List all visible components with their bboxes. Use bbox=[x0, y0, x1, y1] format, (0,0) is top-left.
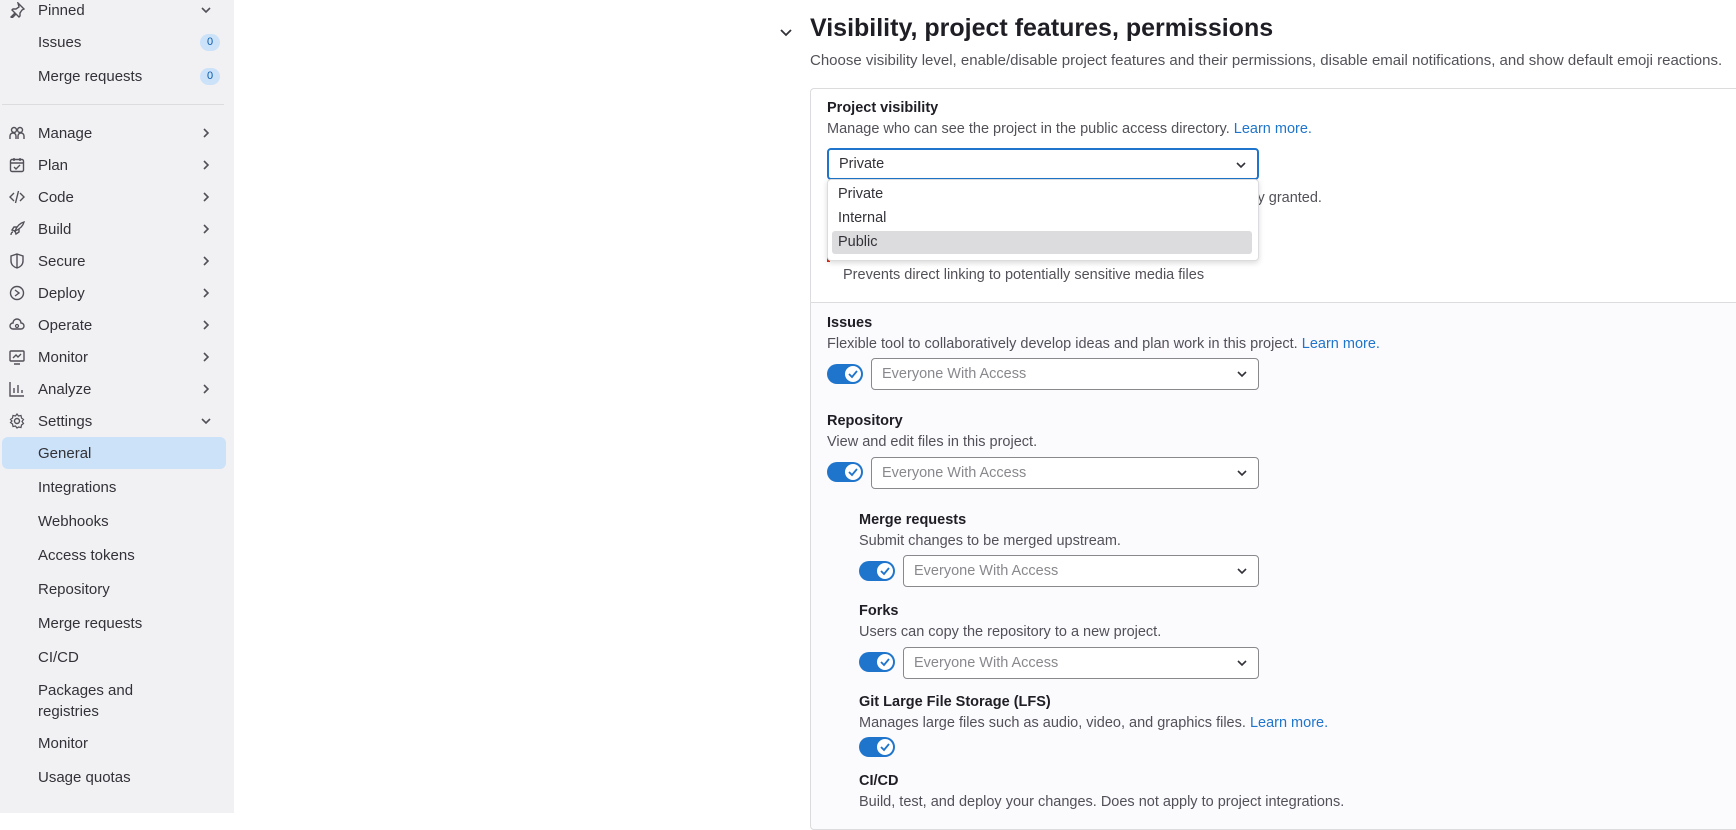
sidebar-item-packages-registries[interactable]: Packages and registries bbox=[2, 676, 226, 720]
sidebar-item-webhooks[interactable]: Webhooks bbox=[2, 505, 226, 537]
chevron-down-icon bbox=[1237, 568, 1247, 575]
check-icon bbox=[880, 567, 890, 576]
sidebar-item-analyze[interactable]: Analyze bbox=[0, 374, 226, 404]
visibility-option-private[interactable]: Private bbox=[832, 183, 1252, 206]
issues-access-select[interactable]: Everyone With Access bbox=[871, 358, 1259, 390]
sidebar-item-settings[interactable]: Settings bbox=[0, 406, 226, 436]
shield-icon bbox=[10, 253, 24, 269]
merge-requests-help: Submit changes to be merged upstream. bbox=[859, 533, 1121, 549]
chevron-down-icon bbox=[1237, 371, 1247, 378]
chevron-right-icon bbox=[203, 160, 210, 170]
sidebar-item-operate[interactable]: Operate bbox=[0, 310, 226, 340]
check-icon bbox=[880, 658, 890, 667]
repository-toggle[interactable] bbox=[827, 462, 863, 482]
count-badge: 0 bbox=[200, 34, 220, 51]
chevron-right-icon bbox=[203, 384, 210, 394]
lfs-label: Git Large File Storage (LFS) bbox=[859, 694, 1051, 710]
issues-toggle[interactable] bbox=[827, 364, 863, 384]
merge-requests-label: Merge requests bbox=[859, 512, 967, 528]
cloud-icon bbox=[9, 318, 25, 330]
sidebar-item-access-tokens[interactable]: Access tokens bbox=[2, 539, 226, 571]
section-title: Visibility, project features, permission… bbox=[810, 14, 1274, 42]
sidebar-pinned-issues[interactable]: Issues 0 bbox=[2, 26, 226, 58]
chevron-down-icon bbox=[1237, 470, 1247, 477]
chevron-right-icon bbox=[203, 320, 210, 330]
visibility-select[interactable]: Private bbox=[827, 148, 1259, 180]
forks-access-select[interactable]: Everyone With Access bbox=[903, 647, 1259, 679]
repository-access-select[interactable]: Everyone With Access bbox=[871, 457, 1259, 489]
chevron-down-icon bbox=[201, 418, 211, 425]
chevron-right-icon bbox=[203, 192, 210, 202]
repository-help: View and edit files in this project. bbox=[827, 434, 1038, 450]
sidebar-pinned-label: Pinned bbox=[38, 1, 85, 19]
repository-label: Repository bbox=[827, 413, 903, 429]
chevron-down-icon bbox=[1236, 162, 1246, 169]
chevron-right-icon bbox=[203, 128, 210, 138]
sidebar-item-usage-quotas[interactable]: Usage quotas bbox=[2, 761, 226, 793]
sidebar-item-monitor-settings[interactable]: Monitor bbox=[2, 727, 226, 759]
project-visibility-help: Manage who can see the project in the pu… bbox=[827, 121, 1312, 137]
check-icon bbox=[848, 468, 858, 477]
sidebar-item-deploy[interactable]: Deploy bbox=[0, 278, 226, 308]
learn-more-link[interactable]: Learn more. bbox=[1234, 121, 1312, 137]
chevron-down-icon bbox=[201, 7, 211, 14]
pin-icon bbox=[10, 2, 25, 18]
rocket-icon bbox=[10, 221, 25, 236]
learn-more-link[interactable]: Learn more. bbox=[1302, 336, 1380, 352]
sidebar-item-monitor[interactable]: Monitor bbox=[0, 342, 226, 372]
learn-more-link[interactable]: Learn more. bbox=[1250, 715, 1328, 731]
issues-help: Flexible tool to collaboratively develop… bbox=[827, 336, 1380, 352]
sidebar-item-integrations[interactable]: Integrations bbox=[2, 471, 226, 503]
gear-icon bbox=[9, 413, 25, 429]
merge-requests-access-select[interactable]: Everyone With Access bbox=[903, 555, 1259, 587]
sidebar-item-manage[interactable]: Manage bbox=[0, 118, 226, 148]
visibility-selected-value: Private bbox=[839, 156, 885, 172]
issues-label: Issues bbox=[827, 315, 873, 331]
project-visibility-label: Project visibility bbox=[827, 100, 939, 116]
cicd-help: Build, test, and deploy your changes. Do… bbox=[859, 794, 1345, 810]
chart-icon bbox=[9, 382, 24, 397]
chevron-right-icon bbox=[203, 352, 210, 362]
check-icon bbox=[880, 743, 890, 752]
collapse-chevron-icon[interactable] bbox=[779, 25, 793, 39]
merge-requests-toggle[interactable] bbox=[859, 561, 895, 581]
section-description: Choose visibility level, enable/disable … bbox=[810, 52, 1723, 69]
forks-toggle[interactable] bbox=[859, 652, 895, 672]
sidebar-item-merge-requests[interactable]: Merge requests bbox=[2, 607, 226, 639]
forks-help: Users can copy the repository to a new p… bbox=[859, 624, 1162, 640]
chevron-down-icon bbox=[1237, 660, 1247, 667]
sidebar: Pinned Issues 0 Merge requests 0 Manage … bbox=[0, 0, 234, 813]
forks-label: Forks bbox=[859, 603, 899, 619]
chevron-right-icon bbox=[203, 256, 210, 266]
deploy-icon bbox=[9, 285, 25, 301]
code-icon bbox=[9, 190, 25, 204]
sidebar-item-general[interactable]: General bbox=[2, 437, 226, 469]
visibility-dropdown: Private Internal Public bbox=[827, 179, 1259, 261]
chevron-right-icon bbox=[203, 288, 210, 298]
calendar-icon bbox=[9, 158, 25, 173]
sidebar-item-code[interactable]: Code bbox=[0, 182, 226, 212]
sidebar-item-secure[interactable]: Secure bbox=[0, 246, 226, 276]
sidebar-item-build[interactable]: Build bbox=[0, 214, 226, 244]
sidebar-item-cicd[interactable]: CI/CD bbox=[2, 641, 226, 673]
lfs-toggle[interactable] bbox=[859, 737, 895, 757]
media-help: Prevents direct linking to potentially s… bbox=[843, 267, 1205, 283]
users-icon bbox=[9, 126, 25, 139]
check-icon bbox=[848, 370, 858, 379]
sidebar-divider bbox=[2, 104, 224, 105]
sidebar-pinned-header[interactable]: Pinned bbox=[0, 0, 226, 25]
count-badge: 0 bbox=[200, 68, 220, 85]
chevron-right-icon bbox=[203, 224, 210, 234]
cicd-label: CI/CD bbox=[859, 773, 899, 789]
visibility-option-internal[interactable]: Internal bbox=[832, 207, 1252, 230]
sidebar-pinned-merge-requests[interactable]: Merge requests 0 bbox=[2, 60, 226, 92]
sidebar-item-repository[interactable]: Repository bbox=[2, 573, 226, 605]
monitor-icon bbox=[9, 350, 25, 365]
sidebar-item-plan[interactable]: Plan bbox=[0, 150, 226, 180]
visibility-option-public[interactable]: Public bbox=[832, 231, 1252, 254]
lfs-help: Manages large files such as audio, video… bbox=[859, 715, 1329, 731]
